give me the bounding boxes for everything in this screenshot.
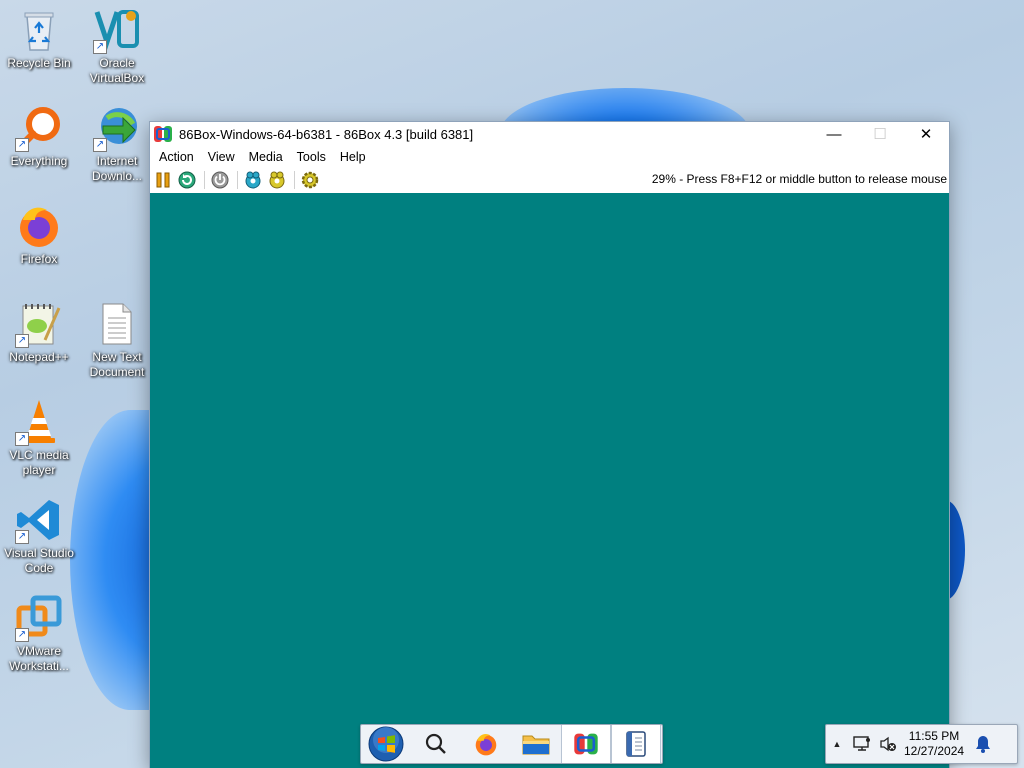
shortcut-arrow-icon: ↗ (15, 138, 29, 152)
everything-search-icon: ↗ (15, 104, 63, 152)
speaker-muted-icon (880, 736, 896, 752)
shortcut-arrow-icon: ↗ (15, 628, 29, 642)
show-hidden-icons-button[interactable]: ▲ (826, 739, 848, 749)
shortcut-arrow-icon: ↗ (93, 40, 107, 54)
reset-button[interactable] (176, 169, 198, 191)
status-message: 29% - Press F8+F12 or middle button to r… (651, 172, 947, 186)
folder-icon (522, 735, 550, 755)
close-button[interactable]: ✕ (903, 122, 949, 146)
desktop-icon-idm[interactable]: ↗ Internet Downlo... (78, 104, 156, 184)
desktop-icon-label: Everything (10, 154, 68, 168)
window-title: 86Box-Windows-64-b6381 - 86Box 4.3 [buil… (179, 126, 474, 142)
86box-icon (574, 733, 598, 755)
desktop-icon-vscode[interactable]: ↗ Visual Studio Code (0, 496, 78, 576)
toolbar-separator (294, 171, 295, 189)
settings-gear-icon (301, 171, 319, 189)
ctrl-alt-esc-icon (269, 171, 285, 189)
clock[interactable]: 11:55 PM 12/27/2024 (904, 729, 964, 759)
desktop-icon-vmware[interactable]: ↗ VMware Workstati... (0, 594, 78, 674)
desktop-icon-notepadpp[interactable]: ↗ Notepad++ (0, 300, 78, 365)
system-tray: ▲ 11:55 PM 12/27/2024 (825, 724, 1018, 764)
desktop-icon-vlc[interactable]: ↗ VLC media player (0, 398, 78, 478)
menu-help[interactable]: Help (333, 146, 373, 168)
windows-orb-icon (368, 726, 404, 762)
firefox-icon (475, 734, 497, 756)
desktop-icon-label: Firefox (20, 252, 58, 266)
shortcut-arrow-icon: ↗ (93, 138, 107, 152)
emulator-screen[interactable] (150, 193, 949, 768)
text-document-icon (93, 300, 141, 348)
toolbar-separator (204, 171, 205, 189)
desktop-icon-label: Recycle Bin (7, 56, 71, 70)
internet-download-manager-icon: ↗ (93, 104, 141, 152)
maximize-button[interactable]: ☐ (857, 122, 903, 146)
notifications-button[interactable] (972, 735, 994, 753)
taskbar (360, 724, 663, 764)
vscode-icon: ↗ (15, 496, 63, 544)
start-button[interactable] (361, 725, 411, 763)
desktop-icon-label: Internet Downlo... (91, 154, 143, 183)
notebook-icon (626, 731, 646, 757)
pause-icon (156, 172, 170, 188)
display-tray-button[interactable] (848, 736, 876, 752)
vlc-icon: ↗ (15, 398, 63, 446)
search-button[interactable] (411, 725, 461, 763)
ctrl-alt-del-button[interactable] (242, 169, 264, 191)
menu-action[interactable]: Action (152, 146, 201, 168)
desktop-icon-label: Notepad++ (9, 350, 69, 364)
menu-view[interactable]: View (201, 146, 242, 168)
desktop-icon-label: New Text Document (89, 350, 145, 379)
notepad-taskbar[interactable] (611, 725, 661, 763)
notepad-plus-plus-icon: ↗ (15, 300, 63, 348)
desktop-icon-new-text-document[interactable]: New Text Document (78, 300, 156, 380)
power-button[interactable] (209, 169, 231, 191)
monitor-icon (853, 736, 870, 751)
firefox-icon (15, 202, 63, 250)
desktop-icon-label: VMware Workstati... (9, 644, 69, 673)
desktop-icon-firefox[interactable]: Firefox (0, 202, 78, 267)
shortcut-arrow-icon: ↗ (15, 530, 29, 544)
shortcut-arrow-icon: ↗ (15, 334, 29, 348)
minimize-button[interactable]: — (811, 122, 857, 146)
ctrl-alt-del-icon (245, 171, 261, 189)
toolbar-separator (237, 171, 238, 189)
menu-tools[interactable]: Tools (290, 146, 333, 168)
ctrl-alt-esc-button[interactable] (266, 169, 288, 191)
firefox-taskbar[interactable] (461, 725, 511, 763)
file-explorer-taskbar[interactable] (511, 725, 561, 763)
desktop-icon-recycle-bin[interactable]: Recycle Bin (0, 6, 78, 71)
desktop-icon-virtualbox[interactable]: ↗ Oracle VirtualBox (78, 6, 156, 86)
pause-button[interactable] (152, 169, 174, 191)
vmware-icon: ↗ (15, 594, 63, 642)
clock-time: 11:55 PM (908, 729, 960, 743)
bell-icon (976, 736, 991, 753)
virtualbox-icon: ↗ (93, 6, 141, 54)
menu-bar: Action View Media Tools Help (150, 146, 949, 168)
desktop-icon-label: Visual Studio Code (4, 546, 74, 575)
toolbar: 29% - Press F8+F12 or middle button to r… (150, 168, 949, 192)
86box-icon (154, 126, 172, 142)
86box-window[interactable]: 86Box-Windows-64-b6381 - 86Box 4.3 [buil… (149, 121, 950, 768)
reset-icon (178, 171, 196, 189)
desktop-icon-everything[interactable]: ↗ Everything (0, 104, 78, 169)
search-icon (425, 733, 446, 754)
clock-date: 12/27/2024 (904, 744, 965, 758)
menu-media[interactable]: Media (242, 146, 290, 168)
desktop-icon-label: VLC media player (9, 448, 69, 477)
86box-taskbar[interactable] (561, 725, 611, 763)
settings-button[interactable] (299, 169, 321, 191)
window-titlebar[interactable]: 86Box-Windows-64-b6381 - 86Box 4.3 [buil… (150, 122, 949, 146)
desktop-icon-label: Oracle VirtualBox (89, 56, 145, 85)
volume-tray-button[interactable] (876, 736, 900, 752)
shortcut-arrow-icon: ↗ (15, 432, 29, 446)
recycle-bin-icon (15, 6, 63, 54)
power-icon (211, 171, 229, 189)
